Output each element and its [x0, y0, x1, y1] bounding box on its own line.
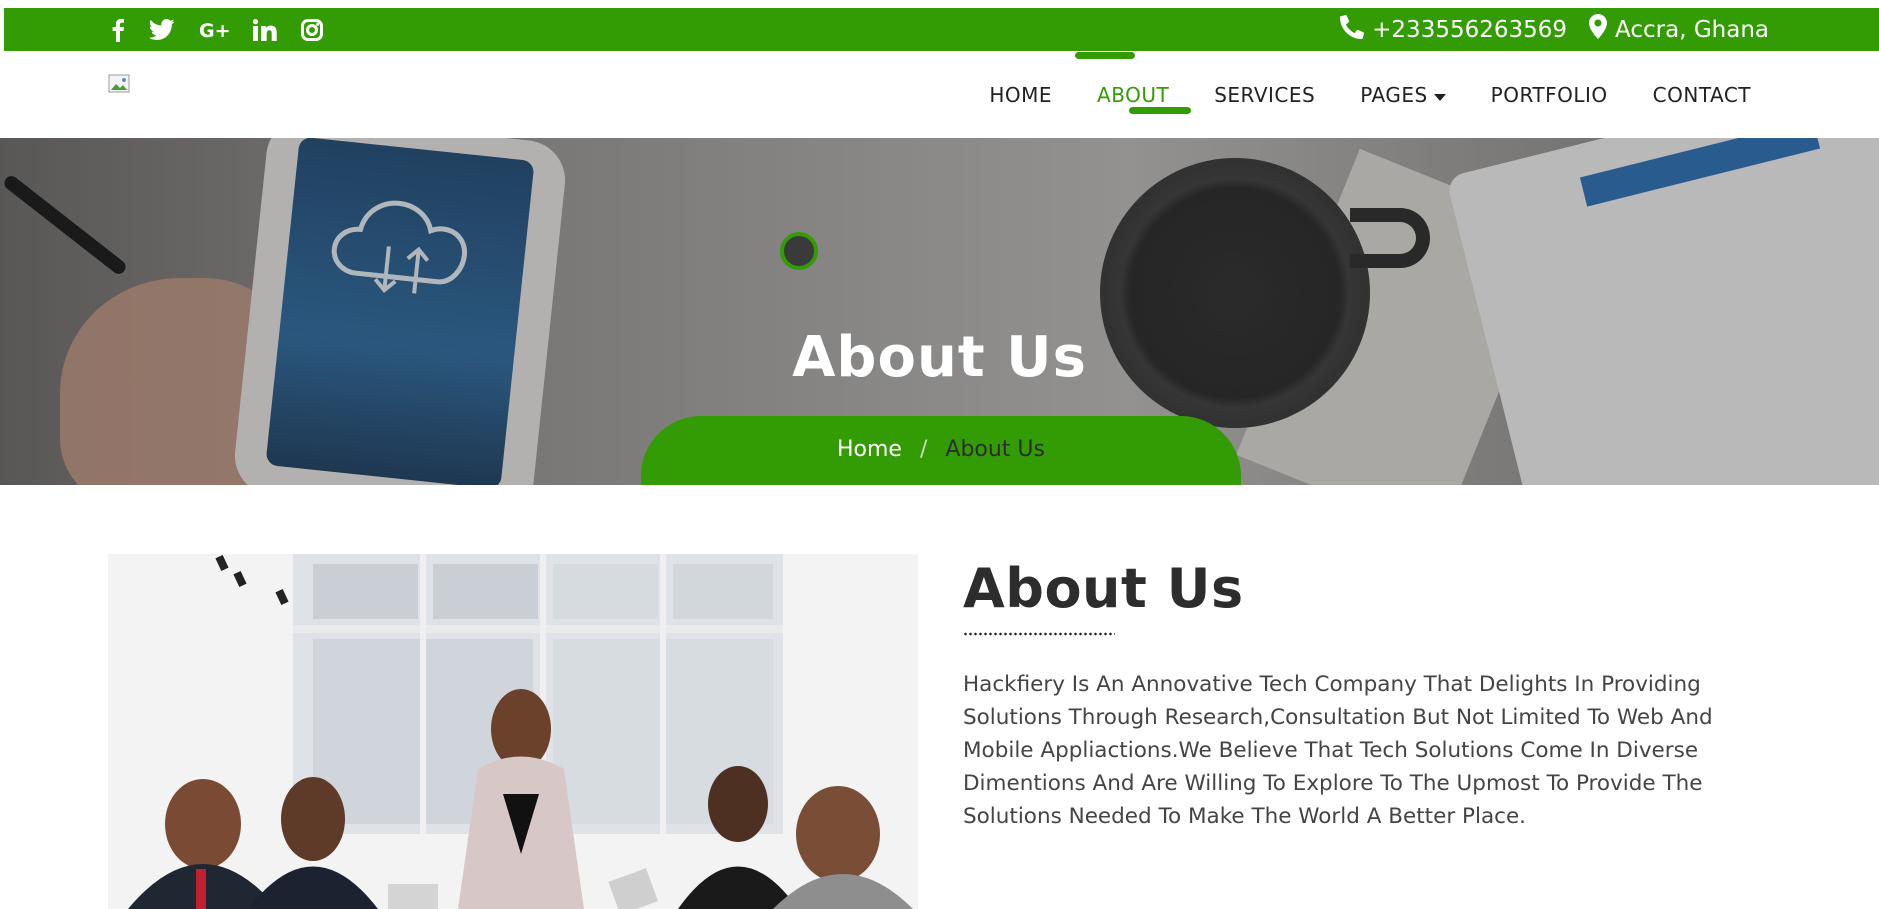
nav-item-pages[interactable]: PAGES	[1360, 83, 1446, 107]
phone-icon	[1340, 14, 1365, 45]
breadcrumb-current: About Us	[945, 436, 1045, 462]
heading-dotted-underline	[963, 632, 1115, 636]
facebook-icon[interactable]	[111, 18, 125, 42]
nav-item-portfolio[interactable]: PORTFOLIO	[1491, 83, 1608, 107]
instagram-icon[interactable]	[301, 18, 323, 42]
breadcrumb-home-link[interactable]: Home	[837, 437, 902, 462]
nav-item-contact[interactable]: CONTACT	[1653, 83, 1751, 107]
nav-item-services[interactable]: SERVICES	[1214, 83, 1315, 107]
phone-number: +233556263569	[1372, 16, 1568, 43]
google-plus-icon[interactable]: G+	[199, 18, 229, 42]
page: G+ +233556263569 Accra, Ghana HOME ABOUT…	[0, 0, 1879, 909]
logo-image[interactable]	[108, 74, 134, 98]
main-nav: HOME ABOUT SERVICES PAGES PORTFOLIO CONT…	[989, 51, 1751, 138]
top-bar: G+ +233556263569 Accra, Ghana	[4, 8, 1879, 51]
twitter-icon[interactable]	[149, 18, 175, 42]
about-heading: About Us	[963, 557, 1244, 620]
hero-banner: About Us Home / About Us	[0, 138, 1879, 485]
hero-dot-marker	[780, 232, 818, 270]
site-header: HOME ABOUT SERVICES PAGES PORTFOLIO CONT…	[0, 51, 1879, 138]
location-contact: Accra, Ghana	[1589, 14, 1769, 45]
team-photo	[108, 554, 918, 909]
breadcrumb: Home / About Us	[641, 416, 1241, 485]
breadcrumb-separator: /	[919, 436, 928, 462]
linkedin-icon[interactable]	[253, 18, 277, 42]
nav-item-home[interactable]: HOME	[989, 83, 1052, 107]
active-indicator-bottom	[1129, 106, 1192, 114]
nav-item-about[interactable]: ABOUT	[1075, 51, 1192, 114]
location-text: Accra, Ghana	[1615, 16, 1769, 43]
active-indicator-top	[1075, 51, 1136, 59]
social-links: G+	[111, 8, 323, 51]
about-description: Hackfiery Is An Annovative Tech Company …	[963, 672, 1713, 829]
svg-text:G+: G+	[199, 20, 229, 40]
map-marker-icon	[1589, 14, 1608, 45]
caret-down-icon	[1433, 83, 1446, 107]
phone-contact[interactable]: +233556263569	[1340, 14, 1568, 45]
hero-title: About Us	[792, 325, 1087, 390]
contact-info: +233556263569 Accra, Ghana	[1340, 8, 1769, 51]
